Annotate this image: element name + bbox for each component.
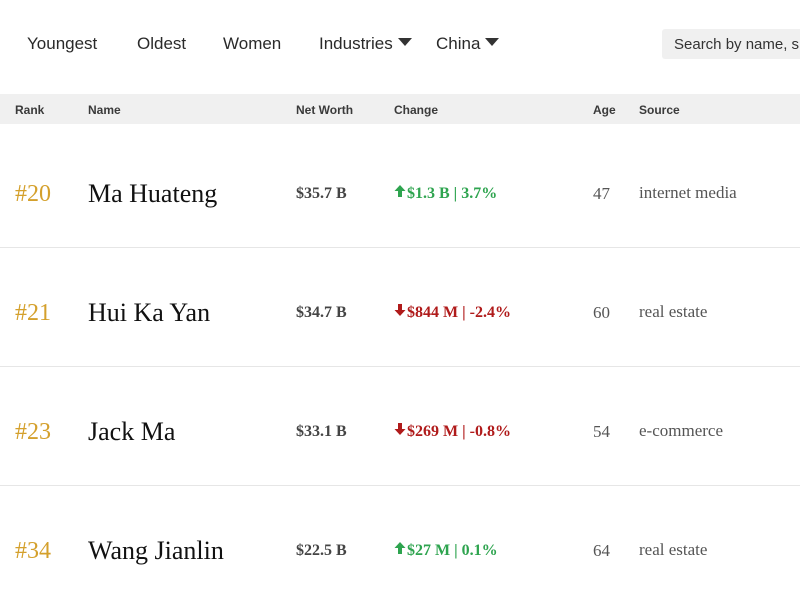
search-input[interactable] xyxy=(662,29,800,59)
caret-down-icon xyxy=(397,38,412,46)
filter-youngest[interactable]: Youngest xyxy=(27,33,97,55)
net-worth-value: $35.7 B xyxy=(296,185,347,202)
change-text: $269 M | -0.8% xyxy=(407,423,511,440)
table-row[interactable]: #21 Hui Ka Yan $34.7 B $844 M | -2.4% 60… xyxy=(0,247,800,367)
filter-country-label: China xyxy=(436,34,481,53)
column-header-source[interactable]: Source xyxy=(639,102,680,118)
person-name[interactable]: Ma Huateng xyxy=(88,179,217,209)
arrow-up-icon xyxy=(394,185,406,197)
column-header-age[interactable]: Age xyxy=(593,102,616,118)
change-text: $844 M | -2.4% xyxy=(407,304,511,321)
filter-oldest-label: Oldest xyxy=(137,34,187,53)
source-value: internet media xyxy=(639,183,737,202)
change-value: $269 M | -0.8% xyxy=(394,422,511,442)
age-value: 47 xyxy=(593,184,610,203)
person-name[interactable]: Wang Jianlin xyxy=(88,536,224,566)
filter-women-label: Women xyxy=(223,34,282,53)
age-value: 64 xyxy=(593,541,610,560)
change-value: $844 M | -2.4% xyxy=(394,303,511,323)
arrow-down-icon xyxy=(394,423,406,435)
table-row[interactable]: #34 Wang Jianlin $22.5 B $27 M | 0.1% 64… xyxy=(0,485,800,600)
source-value: real estate xyxy=(639,540,708,559)
column-header-rank[interactable]: Rank xyxy=(15,102,44,118)
age-value: 54 xyxy=(593,422,610,441)
table-header: Rank Name Net Worth Change Age Source xyxy=(0,94,800,124)
change-value: $27 M | 0.1% xyxy=(394,541,498,561)
person-name[interactable]: Hui Ka Yan xyxy=(88,298,210,328)
rank-value: #21 xyxy=(15,300,51,326)
rank-value: #34 xyxy=(15,538,51,564)
rank-value: #20 xyxy=(15,181,51,207)
rank-value: #23 xyxy=(15,419,51,445)
column-header-name[interactable]: Name xyxy=(88,102,121,118)
age-value: 60 xyxy=(593,303,610,322)
arrow-down-icon xyxy=(394,304,406,316)
net-worth-value: $22.5 B xyxy=(296,542,347,559)
change-text: $1.3 B | 3.7% xyxy=(407,185,498,202)
change-text: $27 M | 0.1% xyxy=(407,542,498,559)
filter-bar: Youngest Oldest Women Industries China xyxy=(0,0,800,88)
filter-oldest[interactable]: Oldest xyxy=(137,33,186,55)
filter-country-dropdown[interactable]: China xyxy=(436,33,500,55)
net-worth-value: $34.7 B xyxy=(296,304,347,321)
arrow-up-icon xyxy=(394,542,406,554)
net-worth-value: $33.1 B xyxy=(296,423,347,440)
filter-industries-dropdown[interactable]: Industries xyxy=(319,33,412,55)
search-box xyxy=(662,29,800,59)
column-header-net-worth[interactable]: Net Worth xyxy=(296,102,353,118)
table-row[interactable]: #23 Jack Ma $33.1 B $269 M | -0.8% 54 e-… xyxy=(0,366,800,486)
filter-youngest-label: Youngest xyxy=(27,34,98,53)
caret-down-icon xyxy=(485,38,500,46)
change-value: $1.3 B | 3.7% xyxy=(394,184,497,204)
source-value: e-commerce xyxy=(639,421,723,440)
person-name[interactable]: Jack Ma xyxy=(88,417,175,447)
filter-women[interactable]: Women xyxy=(223,33,281,55)
filter-industries-label: Industries xyxy=(319,34,393,53)
table-row[interactable]: #20 Ma Huateng $35.7 B $1.3 B | 3.7% 47 … xyxy=(0,128,800,248)
source-value: real estate xyxy=(639,302,708,321)
column-header-change[interactable]: Change xyxy=(394,102,438,118)
